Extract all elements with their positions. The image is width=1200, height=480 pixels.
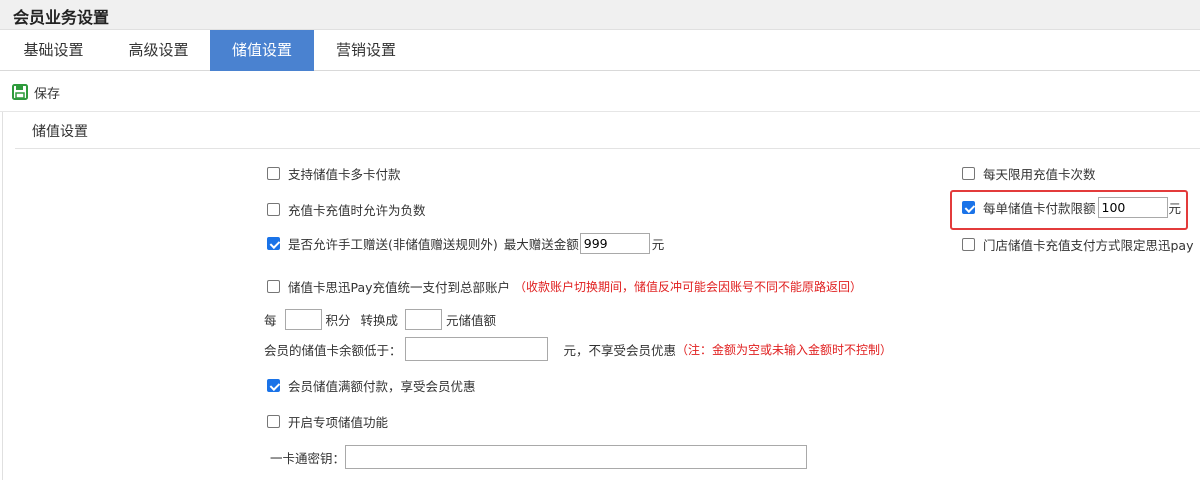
setting-allow-negative: 充值卡充值时允许为负数: [267, 200, 426, 219]
convert-suffix: 元储值额: [446, 313, 497, 328]
low-balance-note: （注：金额为空或未输入金额时不控制）: [676, 342, 893, 357]
per-order-limit-unit: 元: [1168, 201, 1182, 216]
setting-store-pay-limit: 门店储值卡充值支付方式限定思迅pay: [962, 235, 1194, 254]
save-button[interactable]: 保存: [12, 81, 60, 103]
pay-unified-note: （收款账户切换期间，储值反冲可能会因账号不同不能原路返回）: [514, 280, 863, 294]
section-divider: [15, 148, 1200, 149]
low-balance-label: 会员的储值卡余额低于：: [264, 342, 402, 358]
setting-daily-limit: 每天限用充值卡次数: [962, 164, 1096, 183]
tab-basic-settings[interactable]: 基础设置: [0, 30, 107, 71]
per-order-limit-input[interactable]: [1097, 197, 1168, 218]
special-stored-checkbox[interactable]: [267, 415, 280, 428]
setting-pay-unified: 储值卡思迅Pay充值统一支付到总部账户 （收款账户切换期间，储值反冲可能会因账号…: [267, 277, 862, 296]
full-pay-discount-label: 会员储值满额付款，享受会员优惠: [288, 379, 476, 394]
max-gift-amount-input[interactable]: [579, 233, 650, 254]
special-stored-label: 开启专项储值功能: [288, 415, 389, 430]
title-bar: 会员业务设置: [0, 0, 1200, 30]
setting-multi-card-pay: 支持储值卡多卡付款: [267, 164, 401, 183]
floppy-disk-icon: [12, 84, 28, 100]
low-balance-input[interactable]: [404, 337, 548, 361]
setting-manual-gift: 是否允许手工赠送(非储值赠送规则外) 最大赠送金额 元: [267, 233, 664, 254]
points-input[interactable]: [284, 309, 322, 330]
tab-advanced-settings[interactable]: 高级设置: [107, 30, 210, 71]
daily-limit-label: 每天限用充值卡次数: [983, 167, 1096, 182]
multi-card-pay-checkbox[interactable]: [267, 167, 280, 180]
setting-special-stored: 开启专项储值功能: [267, 412, 388, 431]
store-pay-limit-checkbox[interactable]: [962, 238, 975, 251]
setting-points-convert: 每 积分 转换成 元储值额: [264, 309, 496, 330]
pay-unified-label: 储值卡思迅Pay充值统一支付到总部账户: [288, 280, 511, 295]
daily-limit-checkbox[interactable]: [962, 167, 975, 180]
toolbar: 保存: [0, 72, 1200, 112]
tab-bar: 基础设置 高级设置 储值设置 营销设置: [0, 30, 1200, 71]
store-pay-limit-label: 门店储值卡充值支付方式限定思迅pay: [983, 238, 1194, 253]
setting-low-balance: 会员的储值卡余额低于： 元，不享受会员优惠 （注：金额为空或未输入金额时不控制）: [264, 337, 892, 361]
pay-unified-checkbox[interactable]: [267, 280, 280, 293]
max-gift-unit: 元: [651, 237, 665, 252]
points-label: 积分: [325, 313, 351, 328]
card-key-label: 一卡通密钥：: [270, 450, 346, 466]
setting-per-order-limit: 每单储值卡付款限额 元: [962, 197, 1181, 218]
manual-gift-label: 是否允许手工赠送(非储值赠送规则外): [288, 237, 498, 252]
allow-negative-label: 充值卡充值时允许为负数: [288, 203, 426, 218]
per-order-limit-label: 每单储值卡付款限额: [983, 201, 1096, 216]
allow-negative-checkbox[interactable]: [267, 203, 280, 216]
window-title: 会员业务设置: [13, 8, 110, 27]
multi-card-pay-label: 支持储值卡多卡付款: [288, 167, 401, 182]
setting-full-pay-discount: 会员储值满额付款，享受会员优惠: [267, 376, 476, 395]
setting-card-key: 一卡通密钥：: [270, 445, 808, 469]
convert-label: 转换成: [360, 313, 399, 328]
manual-gift-checkbox[interactable]: [267, 237, 280, 250]
tab-stored-value-settings[interactable]: 储值设置: [210, 30, 314, 71]
save-label: 保存: [34, 86, 61, 102]
points-prefix: 每: [264, 313, 277, 328]
low-balance-suffix: 元，不享受会员优惠: [563, 342, 677, 358]
convert-amount-input[interactable]: [405, 309, 443, 330]
section-title: 储值设置: [32, 124, 88, 140]
per-order-limit-checkbox[interactable]: [962, 201, 975, 214]
max-gift-label: 最大赠送金额: [503, 237, 579, 252]
card-key-input[interactable]: [345, 445, 808, 469]
tab-marketing-settings[interactable]: 营销设置: [314, 30, 418, 71]
full-pay-discount-checkbox[interactable]: [267, 379, 280, 392]
